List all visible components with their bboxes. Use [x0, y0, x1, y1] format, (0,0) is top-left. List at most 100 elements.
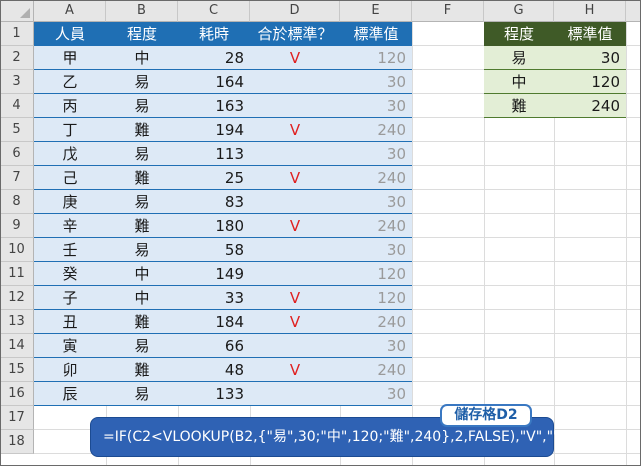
cell-standard-value[interactable]: 30 — [340, 190, 412, 214]
column-header-a[interactable]: A — [34, 0, 106, 22]
cell-time[interactable]: 194 — [178, 118, 250, 142]
cell-level[interactable]: 易 — [106, 190, 178, 214]
row-header-4[interactable]: 4 — [0, 94, 34, 118]
main-table-header-b[interactable]: 程度 — [106, 22, 178, 46]
row-header-18[interactable]: 18 — [0, 430, 34, 454]
cell-person[interactable]: 戊 — [34, 142, 106, 166]
cell-level[interactable]: 難 — [106, 118, 178, 142]
cell-meets-standard[interactable] — [250, 334, 340, 358]
cell-level[interactable]: 難 — [106, 358, 178, 382]
cell-meets-standard[interactable] — [250, 262, 340, 286]
cell-standard-value[interactable]: 120 — [340, 286, 412, 310]
column-header-e[interactable]: E — [340, 0, 412, 22]
cell-time[interactable]: 113 — [178, 142, 250, 166]
cell-person[interactable]: 寅 — [34, 334, 106, 358]
row-header-17[interactable]: 17 — [0, 406, 34, 430]
cell-level[interactable]: 難 — [106, 214, 178, 238]
cell-level[interactable]: 易 — [106, 382, 178, 406]
row-header-10[interactable]: 10 — [0, 238, 34, 262]
cell-standard-value[interactable]: 30 — [340, 70, 412, 94]
cell-standard-value[interactable]: 240 — [340, 118, 412, 142]
row-header-8[interactable]: 8 — [0, 190, 34, 214]
cell-standard-value[interactable]: 30 — [340, 238, 412, 262]
cell-time[interactable]: 48 — [178, 358, 250, 382]
cell-meets-standard[interactable]: V — [250, 286, 340, 310]
column-header-h[interactable]: H — [554, 0, 626, 22]
cell-meets-standard[interactable] — [250, 238, 340, 262]
cell-standard-value[interactable]: 120 — [340, 262, 412, 286]
main-table-header-d[interactable]: 合於標準？ — [250, 22, 340, 46]
cell-level[interactable]: 易 — [106, 238, 178, 262]
cell-level[interactable]: 中 — [106, 46, 178, 70]
cell-level[interactable]: 易 — [106, 94, 178, 118]
reference-cell-level[interactable]: 中 — [484, 70, 554, 94]
cell-level[interactable]: 中 — [106, 286, 178, 310]
cell-time[interactable]: 58 — [178, 238, 250, 262]
cell-time[interactable]: 180 — [178, 214, 250, 238]
cell-time[interactable]: 25 — [178, 166, 250, 190]
column-header-g[interactable]: G — [484, 0, 554, 22]
row-header-15[interactable]: 15 — [0, 358, 34, 382]
cell-level[interactable]: 易 — [106, 334, 178, 358]
cell-level[interactable]: 中 — [106, 262, 178, 286]
column-header-b[interactable]: B — [106, 0, 178, 22]
cell-time[interactable]: 164 — [178, 70, 250, 94]
cell-person[interactable]: 子 — [34, 286, 106, 310]
main-table-header-a[interactable]: 人員 — [34, 22, 106, 46]
cell-level[interactable]: 難 — [106, 166, 178, 190]
cell-standard-value[interactable]: 120 — [340, 46, 412, 70]
column-header-f[interactable]: F — [412, 0, 484, 22]
cell-meets-standard[interactable]: V — [250, 214, 340, 238]
row-header-16[interactable]: 16 — [0, 382, 34, 406]
column-header-d[interactable]: D — [250, 0, 340, 22]
row-header-6[interactable]: 6 — [0, 142, 34, 166]
cell-person[interactable]: 乙 — [34, 70, 106, 94]
cell-person[interactable]: 癸 — [34, 262, 106, 286]
cell-meets-standard[interactable]: V — [250, 358, 340, 382]
cell-time[interactable]: 33 — [178, 286, 250, 310]
cell-standard-value[interactable]: 240 — [340, 166, 412, 190]
column-header-c[interactable]: C — [178, 0, 250, 22]
cell-person[interactable]: 辰 — [34, 382, 106, 406]
cell-standard-value[interactable]: 30 — [340, 382, 412, 406]
cell-standard-value[interactable]: 30 — [340, 142, 412, 166]
cell-time[interactable]: 133 — [178, 382, 250, 406]
cell-standard-value[interactable]: 30 — [340, 334, 412, 358]
cell-standard-value[interactable]: 240 — [340, 310, 412, 334]
main-table-header-e[interactable]: 標準值 — [340, 22, 412, 46]
cell-person[interactable]: 庚 — [34, 190, 106, 214]
cell-standard-value[interactable]: 240 — [340, 358, 412, 382]
cell-time[interactable]: 28 — [178, 46, 250, 70]
cell-person[interactable]: 卯 — [34, 358, 106, 382]
select-all-corner[interactable] — [0, 0, 34, 22]
cell-person[interactable]: 丁 — [34, 118, 106, 142]
reference-table-header-h[interactable]: 標準值 — [554, 22, 626, 46]
cell-meets-standard[interactable] — [250, 94, 340, 118]
row-header-11[interactable]: 11 — [0, 262, 34, 286]
cell-meets-standard[interactable] — [250, 190, 340, 214]
row-header-2[interactable]: 2 — [0, 46, 34, 70]
row-header-14[interactable]: 14 — [0, 334, 34, 358]
cell-person[interactable]: 甲 — [34, 46, 106, 70]
row-header-7[interactable]: 7 — [0, 166, 34, 190]
row-header-13[interactable]: 13 — [0, 310, 34, 334]
reference-cell-level[interactable]: 易 — [484, 46, 554, 70]
row-header-5[interactable]: 5 — [0, 118, 34, 142]
cell-standard-value[interactable]: 240 — [340, 214, 412, 238]
row-header-12[interactable]: 12 — [0, 286, 34, 310]
cell-person[interactable]: 壬 — [34, 238, 106, 262]
reference-cell-level[interactable]: 難 — [484, 94, 554, 118]
cell-meets-standard[interactable]: V — [250, 166, 340, 190]
cell-person[interactable]: 丑 — [34, 310, 106, 334]
main-table-header-c[interactable]: 耗時 — [178, 22, 250, 46]
cell-time[interactable]: 83 — [178, 190, 250, 214]
cell-level[interactable]: 易 — [106, 142, 178, 166]
cell-person[interactable]: 丙 — [34, 94, 106, 118]
cell-time[interactable]: 66 — [178, 334, 250, 358]
row-header-9[interactable]: 9 — [0, 214, 34, 238]
reference-table-header-g[interactable]: 程度 — [484, 22, 554, 46]
cell-time[interactable]: 149 — [178, 262, 250, 286]
cell-meets-standard[interactable] — [250, 70, 340, 94]
cell-level[interactable]: 難 — [106, 310, 178, 334]
reference-cell-standard[interactable]: 30 — [554, 46, 626, 70]
